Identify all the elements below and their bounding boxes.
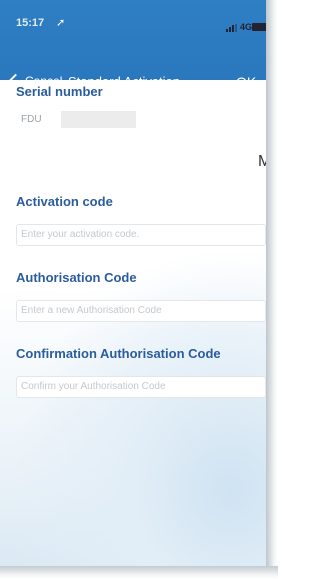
authorisation-code-placeholder: Enter a new Authorisation Code bbox=[21, 305, 162, 316]
authorisation-code-label: Authorisation Code bbox=[16, 270, 137, 285]
phone-bottom-shadow bbox=[0, 566, 278, 579]
phone-screen: 15:17 ➚ 4G Cancel Standard Activation OK… bbox=[0, 0, 278, 568]
ok-button[interactable]: OK bbox=[236, 74, 256, 90]
confirmation-code-label: Confirmation Authorisation Code bbox=[16, 346, 221, 361]
top-bar: 15:17 ➚ 4G bbox=[0, 0, 268, 80]
status-bar: 15:17 ➚ 4G bbox=[0, 0, 268, 42]
activation-code-placeholder: Enter your activation code. bbox=[21, 229, 140, 240]
form-area bbox=[0, 100, 266, 566]
status-time: 15:17 bbox=[16, 17, 45, 29]
redacted-area bbox=[61, 111, 136, 128]
phone-edge-shadow bbox=[266, 0, 278, 579]
serial-number-label: Serial number bbox=[16, 84, 103, 99]
network-type: 4G bbox=[240, 22, 253, 32]
authorisation-code-input[interactable]: Enter a new Authorisation Code bbox=[16, 300, 266, 322]
serial-number-field: FDU bbox=[16, 108, 266, 130]
serial-number-value: FDU bbox=[21, 114, 42, 125]
confirmation-code-placeholder: Confirm your Authorisation Code bbox=[21, 381, 166, 392]
location-arrow-icon: ➚ bbox=[56, 17, 66, 29]
activation-code-label: Activation code bbox=[16, 194, 113, 209]
activation-code-input[interactable]: Enter your activation code. bbox=[16, 224, 266, 246]
signal-icon bbox=[226, 24, 239, 32]
confirmation-code-input[interactable]: Confirm your Authorisation Code bbox=[16, 376, 266, 398]
